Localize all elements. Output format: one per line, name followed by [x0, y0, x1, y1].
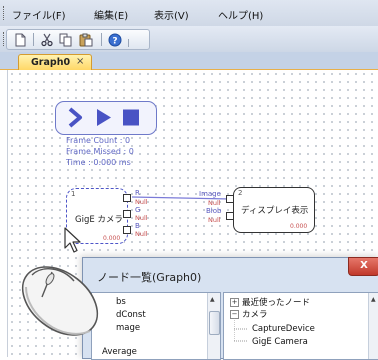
node-time: 0.000 [290, 223, 308, 230]
node-category-list[interactable]: bs dConst mage Average ▲ [91, 292, 221, 360]
port-label-image: Image [199, 190, 221, 198]
scroll-up-icon[interactable]: ▲ [371, 296, 376, 303]
node-number: 2 [238, 189, 243, 197]
port-label-b: B [135, 222, 140, 230]
list-scrollbar[interactable]: ▲ [207, 293, 220, 359]
port-value-r: Null [135, 198, 148, 206]
mouse-device-icon [21, 266, 99, 336]
output-port-g[interactable] [123, 210, 131, 218]
port-value-blob: Null [208, 216, 221, 224]
port-label-r: R [135, 189, 140, 197]
output-port-r[interactable] [123, 194, 131, 202]
list-item[interactable]: bs [116, 297, 126, 307]
node-label: GigE カメラ [75, 215, 123, 225]
port-value-image: Null [208, 199, 221, 207]
node-tree[interactable]: + 最近使ったノード − カメラ CaptureDevice GigE Came… [223, 292, 378, 360]
scroll-thumb[interactable] [209, 311, 220, 335]
list-item[interactable]: mage [116, 323, 140, 333]
node-time: 0.000 [103, 235, 121, 242]
input-port-image[interactable] [226, 195, 234, 203]
tree-scrollbar[interactable]: ▲ [368, 293, 378, 359]
node-label: ディスプレイ表示 [241, 206, 309, 216]
input-port-blob[interactable] [226, 212, 234, 220]
output-port-b[interactable] [123, 226, 131, 234]
node-number: 1 [71, 190, 76, 198]
expand-icon[interactable]: + [230, 298, 239, 307]
scroll-up-icon[interactable]: ▲ [210, 296, 215, 303]
port-value-b: Null [135, 230, 148, 238]
close-icon[interactable]: X [348, 257, 378, 276]
dialog-title: ノード一覧(Graph0) [97, 271, 202, 284]
port-label-blob: Blob [206, 207, 222, 215]
tree-item-gige-camera[interactable]: GigE Camera [252, 337, 308, 347]
port-value-g: Null [135, 214, 148, 222]
node-list-dialog: ノード一覧(Graph0) X bs dConst mage Average ▲… [82, 257, 378, 360]
list-item[interactable]: dConst [116, 310, 146, 320]
tree-item-recent[interactable]: 最近使ったノード [242, 296, 310, 308]
port-label-g: G [135, 206, 141, 214]
display-node[interactable]: 2 ディスプレイ表示 0.000 [233, 187, 315, 233]
tree-item-capture-device[interactable]: CaptureDevice [252, 324, 315, 334]
